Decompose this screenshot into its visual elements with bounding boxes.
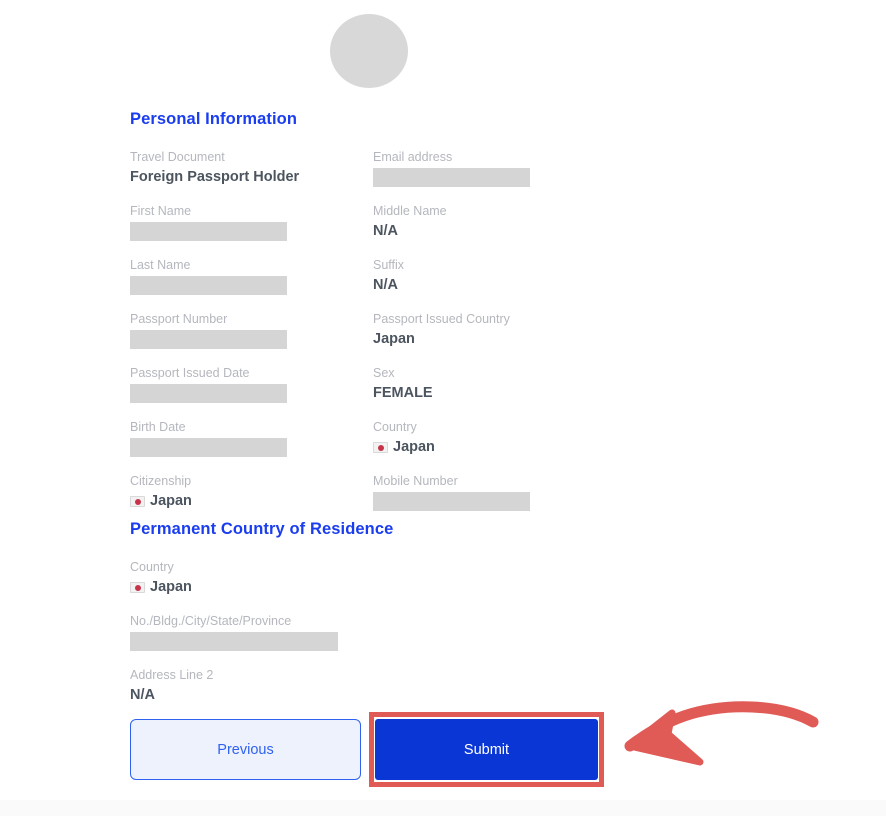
field-sex: Sex FEMALE [373, 366, 433, 403]
mobile-number-input[interactable] [373, 492, 530, 511]
annotation-arrow-icon [624, 701, 819, 766]
field-label: Mobile Number [373, 474, 458, 488]
field-label: Travel Document [130, 150, 225, 164]
field-label: Birth Date [130, 420, 186, 434]
field-label: Sex [373, 366, 395, 380]
field-address-line-1: No./Bldg./City/State/Province [130, 614, 338, 651]
field-value: Japan [373, 331, 415, 347]
passport-issued-date-input[interactable] [130, 384, 287, 403]
field-last-name: Last Name [130, 258, 287, 295]
field-country: Country Japan [373, 420, 435, 457]
form-page: Personal Information Travel Document For… [0, 0, 886, 816]
submit-button[interactable]: Submit [375, 719, 598, 780]
field-middle-name: Middle Name N/A [373, 204, 447, 241]
japan-flag-icon [130, 496, 145, 507]
field-label: Passport Number [130, 312, 228, 326]
field-value: FEMALE [373, 385, 433, 401]
field-value: Japan [150, 493, 192, 509]
avatar-placeholder-icon [330, 14, 408, 88]
address-line-1-input[interactable] [130, 632, 338, 651]
field-value-row: Japan [130, 578, 192, 597]
field-passport-number: Passport Number [130, 312, 287, 349]
field-birth-date: Birth Date [130, 420, 287, 457]
field-suffix: Suffix N/A [373, 258, 404, 295]
footer-strip [0, 800, 886, 816]
field-value: N/A [373, 277, 398, 293]
field-residence-country: Country Japan [130, 560, 192, 597]
field-value: N/A [130, 687, 155, 703]
email-address-input[interactable] [373, 168, 530, 187]
field-label: Country [130, 560, 174, 574]
field-email-address: Email address [373, 150, 530, 187]
field-label: Country [373, 420, 417, 434]
japan-flag-icon [373, 442, 388, 453]
field-value: N/A [373, 223, 398, 239]
section-heading-permanent-country-of-residence: Permanent Country of Residence [130, 520, 394, 538]
field-value-row: Japan [373, 438, 435, 457]
field-label: First Name [130, 204, 192, 218]
field-label: Citizenship [130, 474, 192, 488]
previous-button[interactable]: Previous [130, 719, 361, 780]
field-label: Passport Issued Date [130, 366, 250, 380]
field-citizenship: Citizenship Japan [130, 474, 192, 511]
field-value-row: Japan [130, 492, 192, 511]
field-value: Japan [393, 439, 435, 455]
field-value: Foreign Passport Holder [130, 169, 300, 185]
field-label: Address Line 2 [130, 668, 214, 682]
field-first-name: First Name [130, 204, 287, 241]
field-address-line-2: Address Line 2 N/A [130, 668, 213, 705]
passport-number-input[interactable] [130, 330, 287, 349]
field-passport-issued-date: Passport Issued Date [130, 366, 287, 403]
field-label: No./Bldg./City/State/Province [130, 614, 292, 628]
field-travel-document: Travel Document Foreign Passport Holder [130, 150, 299, 187]
last-name-input[interactable] [130, 276, 287, 295]
field-label: Last Name [130, 258, 191, 272]
field-label: Passport Issued Country [373, 312, 510, 326]
field-label: Email address [373, 150, 453, 164]
field-passport-issued-country: Passport Issued Country Japan [373, 312, 510, 349]
first-name-input[interactable] [130, 222, 287, 241]
birth-date-input[interactable] [130, 438, 287, 457]
field-value: Japan [150, 579, 192, 595]
japan-flag-icon [130, 582, 145, 593]
field-mobile-number: Mobile Number [373, 474, 530, 511]
field-label: Suffix [373, 258, 405, 272]
field-label: Middle Name [373, 204, 447, 218]
section-heading-personal-information: Personal Information [130, 110, 298, 128]
